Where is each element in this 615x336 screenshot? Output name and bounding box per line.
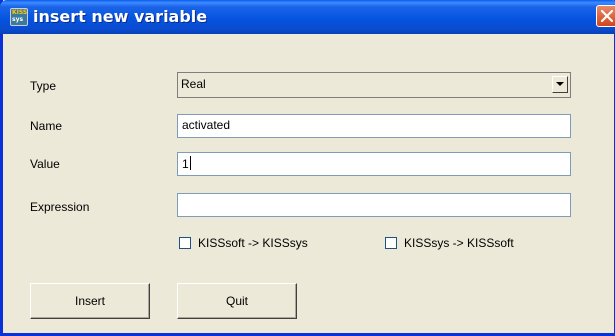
checkbox-label: KISSsys -> KISSsoft	[404, 236, 514, 250]
name-field-value: activated	[182, 118, 231, 132]
type-select[interactable]: Real	[177, 72, 571, 98]
value-field[interactable]: 1	[177, 152, 571, 176]
type-label: Type	[30, 79, 57, 93]
checkbox-box[interactable]	[179, 237, 191, 249]
expression-field[interactable]	[177, 193, 571, 217]
value-field-value: 1	[182, 157, 189, 171]
value-label: Value	[30, 157, 60, 171]
quit-button[interactable]: Quit	[177, 283, 297, 319]
text-cursor	[189, 156, 191, 170]
title-bar[interactable]: KISS sys insert new variable	[0, 0, 615, 34]
close-icon	[601, 10, 613, 22]
close-button[interactable]	[596, 5, 615, 27]
expression-label: Expression	[30, 200, 90, 214]
window-title: insert new variable	[33, 7, 208, 26]
name-label: Name	[30, 119, 63, 133]
chevron-down-icon	[556, 82, 564, 86]
app-icon-text-bottom: sys	[12, 16, 24, 23]
checkbox-label: KISSsoft -> KISSsys	[198, 236, 308, 250]
checkbox-box[interactable]	[385, 237, 397, 249]
type-dropdown-button[interactable]	[552, 76, 568, 93]
name-field[interactable]: activated	[177, 114, 571, 138]
insert-variable-dialog: KISS sys insert new variable Type Real N…	[0, 0, 615, 336]
type-selected-value: Real	[181, 77, 206, 91]
kisssys-app-icon: KISS sys	[10, 8, 28, 26]
insert-button[interactable]: Insert	[30, 283, 150, 319]
